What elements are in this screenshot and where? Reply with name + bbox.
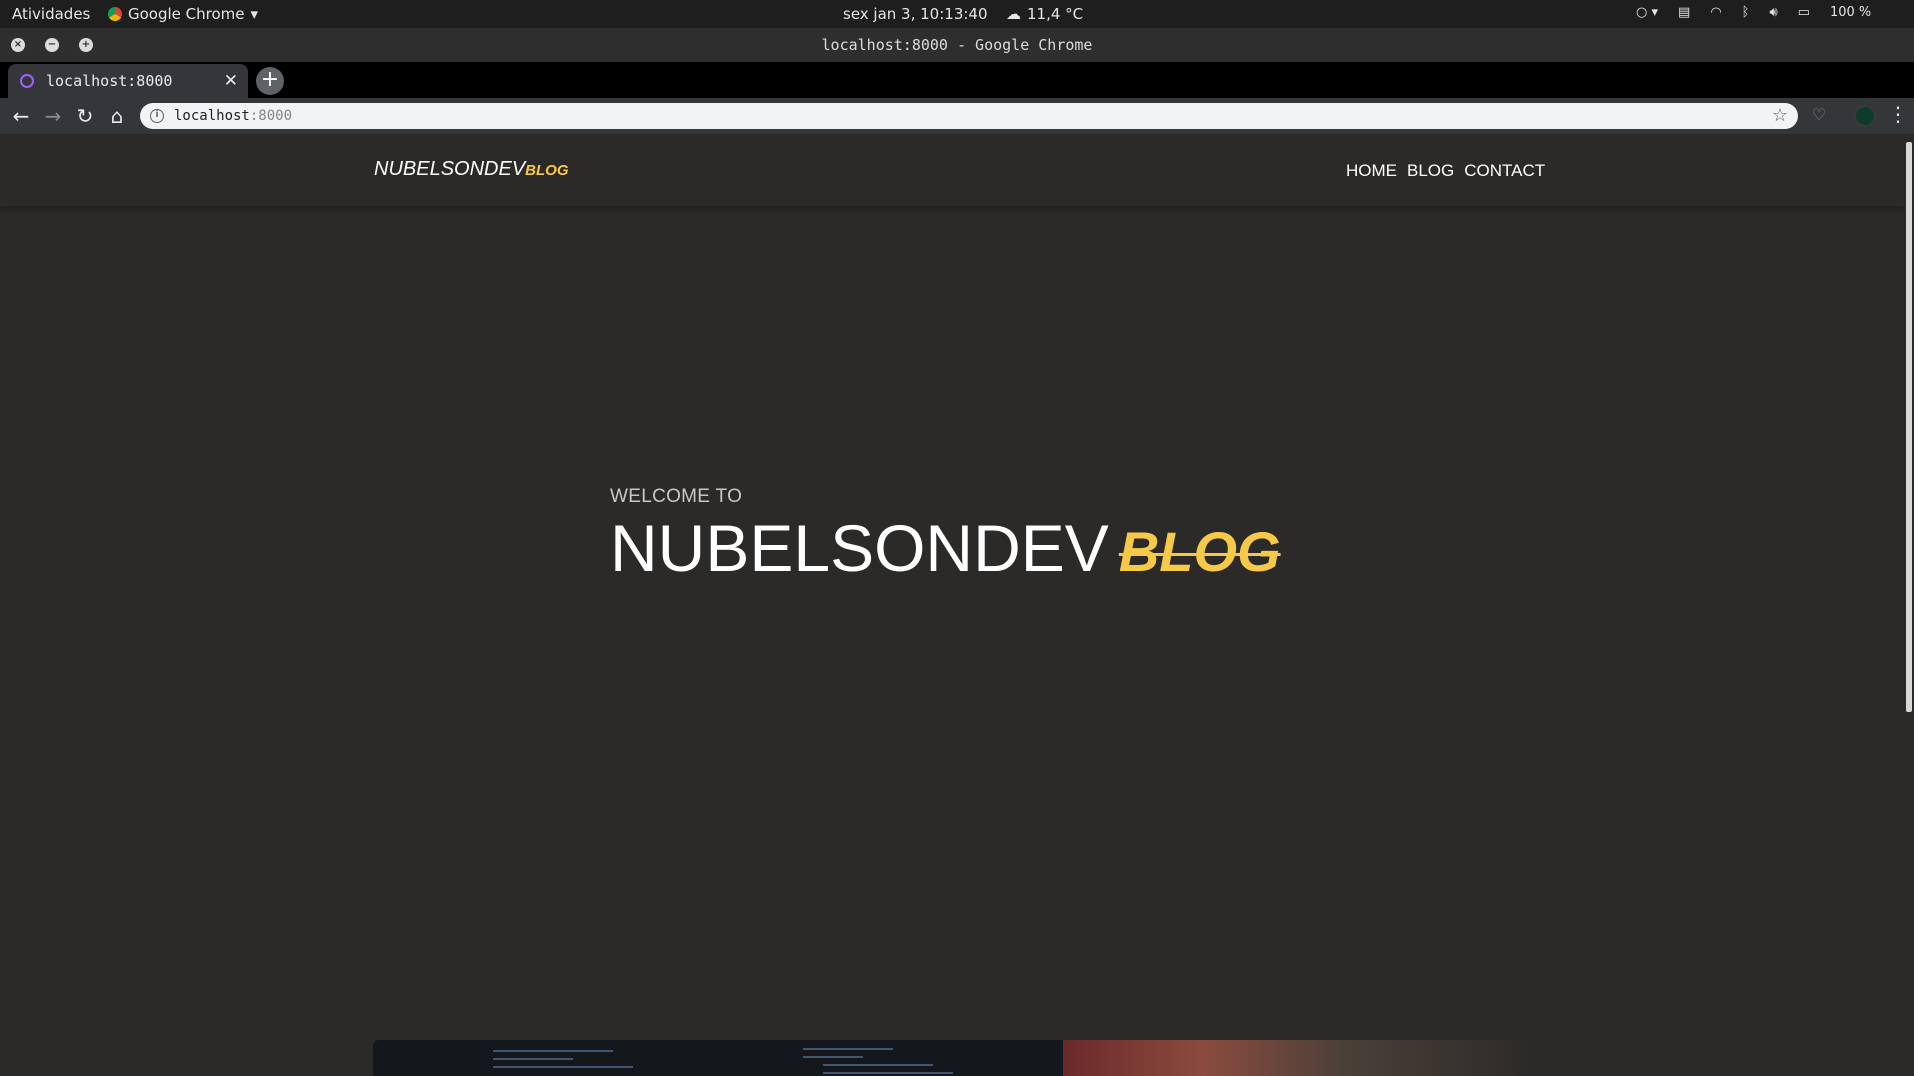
weather-indicator[interactable]: ☁ 11,4 °C [1006, 5, 1083, 23]
nav-home-link[interactable]: HOME [1346, 161, 1397, 181]
pocket-icon[interactable]: ♡ [1808, 105, 1830, 125]
volume-icon: 🔊︎ [1769, 5, 1778, 20]
close-tab-icon[interactable]: ✕ [224, 71, 238, 91]
brand-accent: BLOG [525, 162, 569, 179]
site-navbar: NUBELSONDEVBLOG HOME BLOG CONTACT [0, 134, 1904, 206]
weather-temp: 11,4 °C [1027, 5, 1084, 23]
featured-post-image[interactable] [373, 1040, 1533, 1076]
battery-icon: ▭ [1797, 5, 1810, 20]
chrome-menu-icon[interactable]: ⋮ [1888, 102, 1908, 126]
app-menu-label: Google Chrome [128, 5, 245, 23]
favicon-icon [20, 74, 34, 88]
page-viewport: NUBELSONDEVBLOG HOME BLOG CONTACT WELCOM… [0, 134, 1904, 1076]
window-title-bar: × − + localhost:8000 - Google Chrome [0, 28, 1914, 62]
clock[interactable]: sex jan 3, 10:13:40 [843, 5, 988, 23]
app-menu[interactable]: Google Chrome ▾ [108, 5, 258, 23]
system-top-bar: Atividades Google Chrome ▾ sex jan 3, 10… [0, 0, 1914, 28]
battery-level: 100 % [1829, 5, 1872, 20]
nav-blog-link[interactable]: BLOG [1407, 161, 1454, 181]
tab-localhost[interactable]: localhost:8000 ✕ [8, 64, 248, 98]
tab-title: localhost:8000 [46, 72, 173, 90]
forward-button[interactable]: → [40, 103, 66, 129]
activities-button[interactable]: Atividades [12, 5, 90, 23]
hero-title-accent: BLOG [1118, 520, 1281, 583]
browser-toolbar: ← → ↻ ⌂ i localhost:8000 ☆ ♡ ⋮ [0, 98, 1914, 134]
printer-icon[interactable]: ▤ [1678, 5, 1690, 20]
home-button[interactable]: ⌂ [104, 103, 130, 129]
chevron-down-icon: ▾ [250, 5, 259, 23]
hero-title-main: NUBELSONDEV [610, 511, 1109, 585]
site-nav-links: HOME BLOG CONTACT [1346, 161, 1545, 181]
site-brand-link[interactable]: NUBELSONDEVBLOG [374, 158, 569, 181]
tab-strip: localhost:8000 ✕ + [0, 62, 1914, 98]
bookmark-star-icon[interactable]: ☆ [1772, 105, 1788, 126]
code-screenshot-image [373, 1040, 1063, 1076]
hero-title: NUBELSONDEV BLOG [610, 512, 1281, 585]
chrome-icon [108, 7, 122, 21]
address-bar[interactable]: i localhost:8000 ☆ [140, 103, 1798, 129]
new-tab-button[interactable]: + [256, 67, 284, 95]
brand-main: NUBELSONDEV [374, 158, 526, 180]
wifi-icon: ◠ [1710, 5, 1722, 20]
url-port: :8000 [249, 108, 293, 124]
back-button[interactable]: ← [8, 103, 34, 129]
nav-contact-link[interactable]: CONTACT [1464, 161, 1545, 181]
hero-welcome: WELCOME TO [610, 486, 743, 507]
reload-button[interactable]: ↻ [72, 103, 98, 129]
photo-image [1063, 1040, 1533, 1076]
url-host: localhost [174, 108, 250, 124]
circle-icon[interactable]: ○ ▾ [1636, 5, 1658, 20]
bluetooth-icon: ᛒ [1741, 5, 1750, 20]
extension-avatar-icon[interactable] [1854, 105, 1876, 127]
scrollbar-thumb[interactable] [1906, 142, 1912, 712]
page-scrollbar[interactable] [1904, 134, 1914, 1076]
system-tray[interactable]: ○ ▾ ▤ ◠ ᛒ 🔊︎ ▭ 100 % [1636, 5, 1871, 20]
info-icon[interactable]: i [150, 109, 164, 123]
cloud-icon: ☁ [1006, 5, 1021, 23]
hero-section: WELCOME TO NUBELSONDEV BLOG [610, 486, 1281, 585]
window-title: localhost:8000 - Google Chrome [821, 36, 1093, 54]
